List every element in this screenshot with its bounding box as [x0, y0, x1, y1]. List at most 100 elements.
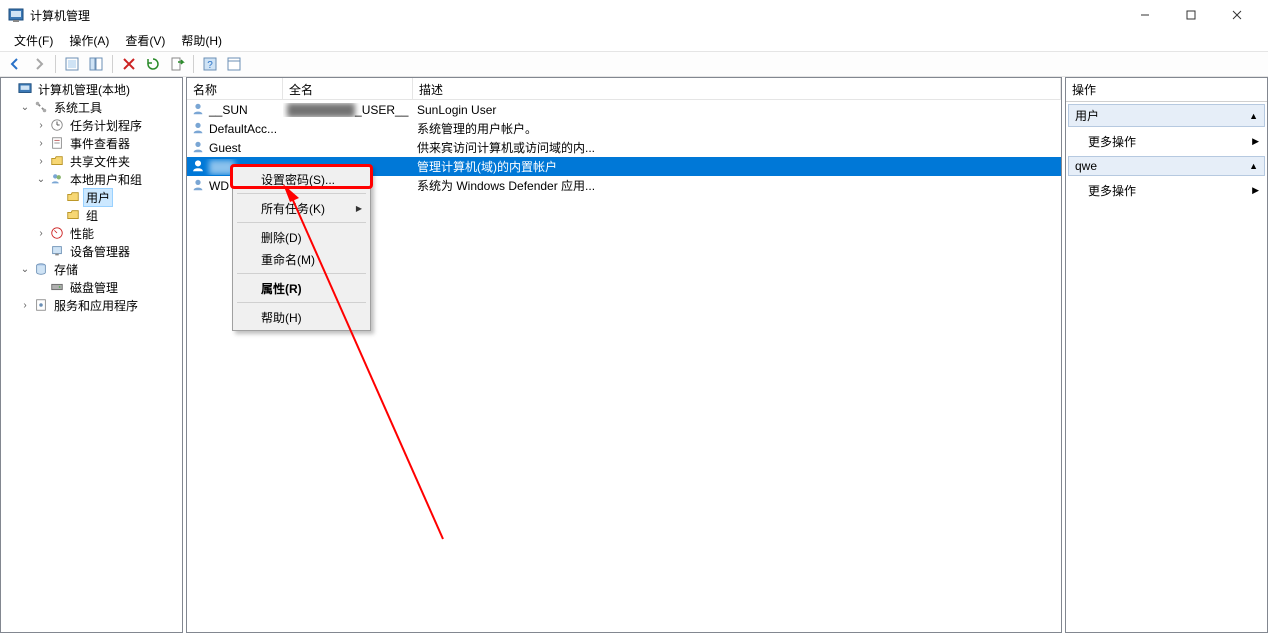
- tree-label: 用户: [83, 188, 113, 207]
- tools-icon: [33, 99, 49, 115]
- window-controls: [1122, 0, 1260, 30]
- tree-disk-management[interactable]: 磁盘管理: [1, 278, 182, 296]
- actions-group-qwe[interactable]: qwe ▲: [1068, 156, 1265, 176]
- list-item[interactable]: Guest 供来宾访问计算机或访问域的内...: [187, 138, 1061, 157]
- menu-set-password[interactable]: 设置密码(S)...: [235, 168, 368, 190]
- tree-label: 磁盘管理: [67, 278, 121, 297]
- computer-icon: [17, 81, 33, 97]
- minimize-button[interactable]: [1122, 0, 1168, 30]
- export-button[interactable]: [166, 53, 188, 75]
- menu-separator: [237, 222, 366, 223]
- menu-separator: [237, 302, 366, 303]
- tree-device-manager[interactable]: 设备管理器: [1, 242, 182, 260]
- toolbar-separator: [55, 55, 56, 73]
- tree-services-apps[interactable]: › 服务和应用程序: [1, 296, 182, 314]
- menu-help[interactable]: 帮助(H): [173, 30, 230, 51]
- cell-name: ███: [209, 160, 235, 174]
- actions-panel: 操作 用户 ▲ 更多操作 ▶ qwe ▲ 更多操作 ▶: [1065, 77, 1268, 633]
- tree-label: 存储: [51, 260, 81, 279]
- tree-task-scheduler[interactable]: › 任务计划程序: [1, 116, 182, 134]
- forward-button[interactable]: [28, 53, 50, 75]
- tree-performance[interactable]: › 性能: [1, 224, 182, 242]
- cell-desc: 系统为 Windows Defender 应用...: [413, 177, 1061, 194]
- tree-shared-folders[interactable]: › 共享文件夹: [1, 152, 182, 170]
- chevron-right-icon[interactable]: ›: [33, 120, 49, 131]
- chevron-down-icon[interactable]: ⌄: [17, 102, 33, 113]
- tree-groups[interactable]: 组: [1, 206, 182, 224]
- chevron-right-icon[interactable]: ›: [33, 138, 49, 149]
- cell-name: DefaultAcc...: [209, 122, 277, 136]
- user-icon: [191, 140, 207, 156]
- column-fullname[interactable]: 全名: [283, 78, 413, 99]
- tree-storage[interactable]: ⌄ 存储: [1, 260, 182, 278]
- properties-button[interactable]: [223, 53, 245, 75]
- actions-item-label: 更多操作: [1088, 133, 1136, 150]
- menu-help[interactable]: 帮助(H): [235, 306, 368, 328]
- menu-rename[interactable]: 重命名(M): [235, 248, 368, 270]
- shared-folder-icon: [49, 153, 65, 169]
- chevron-right-icon[interactable]: ›: [33, 156, 49, 167]
- menu-file[interactable]: 文件(F): [6, 30, 61, 51]
- close-button[interactable]: [1214, 0, 1260, 30]
- chevron-down-icon[interactable]: ⌄: [33, 174, 49, 185]
- chevron-right-icon: ▶: [1252, 185, 1259, 196]
- tree-label: 任务计划程序: [67, 116, 145, 135]
- cell-name: Guest: [209, 141, 241, 155]
- tree-label: 系统工具: [51, 98, 105, 117]
- menu-action[interactable]: 操作(A): [61, 30, 117, 51]
- services-icon: [33, 297, 49, 313]
- folder-icon: [65, 207, 81, 223]
- refresh-button[interactable]: [142, 53, 164, 75]
- users-group-icon: [49, 171, 65, 187]
- delete-button[interactable]: [118, 53, 140, 75]
- help-button[interactable]: ?: [199, 53, 221, 75]
- storage-icon: [33, 261, 49, 277]
- show-hide-button[interactable]: [85, 53, 107, 75]
- tree-label: 服务和应用程序: [51, 296, 141, 315]
- tree-panel: 计算机管理(本地) ⌄ 系统工具 › 任务计划程序 › 事件查看器 › 共享文件…: [0, 77, 183, 633]
- actions-more-2[interactable]: 更多操作 ▶: [1066, 178, 1267, 203]
- cell-desc: 供来宾访问计算机或访问域的内...: [413, 139, 1061, 156]
- list-item[interactable]: DefaultAcc... 系统管理的用户帐户。: [187, 119, 1061, 138]
- column-description[interactable]: 描述: [413, 78, 1061, 99]
- menu-separator: [237, 193, 366, 194]
- toolbar-separator: [112, 55, 113, 73]
- tree-users[interactable]: 用户: [1, 188, 182, 206]
- tree-label: 共享文件夹: [67, 152, 133, 171]
- actions-group-label: qwe: [1075, 159, 1097, 173]
- disk-icon: [49, 279, 65, 295]
- menu-all-tasks[interactable]: 所有任务(K): [235, 197, 368, 219]
- cell-name: WD: [209, 179, 229, 193]
- menu-delete[interactable]: 删除(D): [235, 226, 368, 248]
- toolbar-separator: [193, 55, 194, 73]
- actions-header: 操作: [1066, 78, 1267, 102]
- tree-root[interactable]: 计算机管理(本地): [1, 80, 182, 98]
- cell-fullname-suffix: _USER__: [355, 103, 408, 117]
- tree-local-users-groups[interactable]: ⌄ 本地用户和组: [1, 170, 182, 188]
- device-icon: [49, 243, 65, 259]
- column-name[interactable]: 名称: [187, 78, 283, 99]
- chevron-right-icon[interactable]: ›: [17, 300, 33, 311]
- up-button[interactable]: [61, 53, 83, 75]
- tree-label: 设备管理器: [67, 242, 133, 261]
- performance-icon: [49, 225, 65, 241]
- cell-desc: 管理计算机(域)的内置帐户: [413, 158, 1061, 175]
- back-button[interactable]: [4, 53, 26, 75]
- actions-more-1[interactable]: 更多操作 ▶: [1066, 129, 1267, 154]
- menu-view[interactable]: 查看(V): [117, 30, 173, 51]
- nav-tree[interactable]: 计算机管理(本地) ⌄ 系统工具 › 任务计划程序 › 事件查看器 › 共享文件…: [1, 78, 182, 316]
- list-header: 名称 全名 描述: [187, 78, 1061, 100]
- actions-group-users[interactable]: 用户 ▲: [1068, 104, 1265, 127]
- maximize-button[interactable]: [1168, 0, 1214, 30]
- cell-desc: 系统管理的用户帐户。: [413, 120, 1061, 137]
- list-item[interactable]: __SUN ████████_USER__ SunLogin User: [187, 100, 1061, 119]
- context-menu: 设置密码(S)... 所有任务(K) 删除(D) 重命名(M) 属性(R) 帮助…: [232, 165, 371, 331]
- tree-event-viewer[interactable]: › 事件查看器: [1, 134, 182, 152]
- chevron-down-icon[interactable]: ⌄: [17, 264, 33, 275]
- app-icon: [8, 7, 24, 23]
- tree-label: 组: [83, 206, 101, 225]
- collapse-icon: ▲: [1249, 111, 1258, 121]
- chevron-right-icon[interactable]: ›: [33, 228, 49, 239]
- tree-system-tools[interactable]: ⌄ 系统工具: [1, 98, 182, 116]
- menu-properties[interactable]: 属性(R): [235, 277, 368, 299]
